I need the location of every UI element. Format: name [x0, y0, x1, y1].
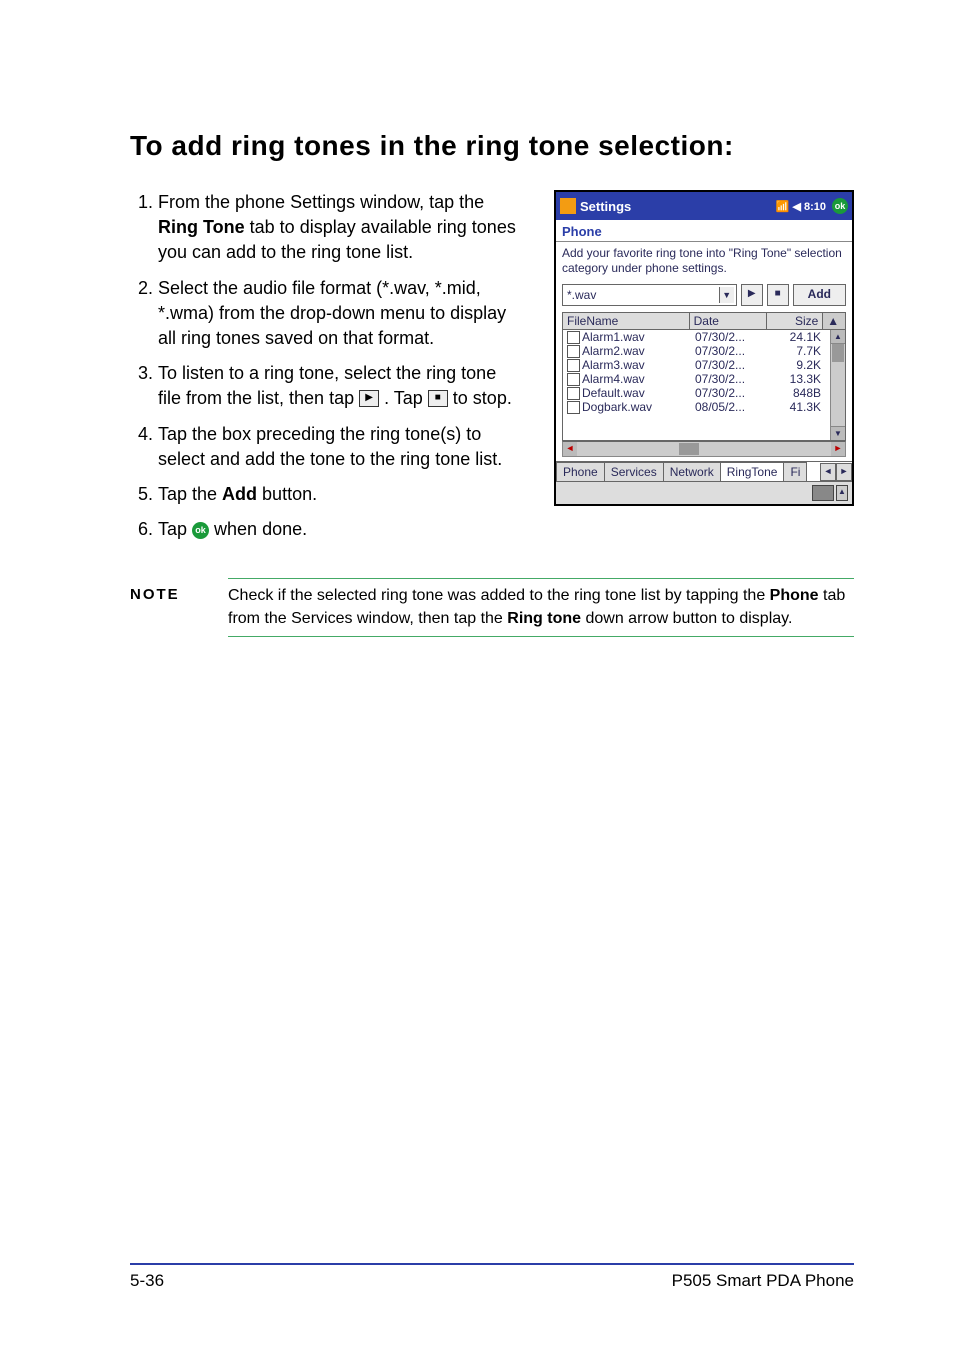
- checkbox[interactable]: [567, 345, 580, 358]
- scroll-up-button[interactable]: ▲: [831, 330, 845, 344]
- scroll-down-button[interactable]: ▼: [831, 426, 845, 440]
- step-5: Tap the Add button.: [158, 482, 524, 507]
- tab-phone[interactable]: Phone: [556, 462, 605, 481]
- table-row[interactable]: Alarm1.wav 07/30/2...24.1K: [563, 330, 845, 344]
- file-date: 07/30/2...: [691, 372, 769, 386]
- table-row[interactable]: Dogbark.wav 08/05/2...41.3K: [563, 400, 845, 414]
- section-label: Phone: [556, 220, 852, 241]
- page-title: To add ring tones in the ring tone selec…: [130, 130, 854, 162]
- table-row[interactable]: Alarm3.wav 07/30/2...9.2K: [563, 358, 845, 372]
- product-name: P505 Smart PDA Phone: [672, 1271, 854, 1291]
- play-button[interactable]: ▶: [741, 284, 763, 306]
- chevron-down-icon[interactable]: ▼: [719, 287, 734, 303]
- stop-icon: ■: [428, 390, 448, 407]
- scroll-right-button[interactable]: ►: [831, 442, 845, 456]
- file-name: Dogbark.wav: [582, 400, 652, 414]
- header-filename[interactable]: FileName: [563, 313, 690, 329]
- scroll-thumb[interactable]: [832, 344, 844, 362]
- table-row[interactable]: Alarm4.wav 07/30/2...13.3K: [563, 372, 845, 386]
- scroll-up-icon[interactable]: ▲: [823, 313, 845, 329]
- horizontal-scrollbar[interactable]: ◄ ►: [562, 441, 846, 457]
- checkbox[interactable]: [567, 387, 580, 400]
- checkbox[interactable]: [567, 373, 580, 386]
- tab-strip: Phone Services Network RingTone Fi ◄ ►: [556, 461, 852, 481]
- format-value: *.wav: [567, 288, 596, 302]
- checkbox[interactable]: [567, 359, 580, 372]
- step-2: Select the audio file format (*.wav, *.m…: [158, 276, 524, 352]
- tab-scroll-left[interactable]: ◄: [820, 463, 836, 481]
- file-date: 07/30/2...: [691, 344, 769, 358]
- add-button[interactable]: Add: [793, 284, 846, 306]
- hscroll-thumb[interactable]: [679, 443, 699, 455]
- note-body: Check if the selected ring tone was adde…: [228, 578, 854, 637]
- tab-services[interactable]: Services: [604, 462, 664, 481]
- page-footer: 5-36 P505 Smart PDA Phone: [130, 1263, 854, 1291]
- header-date[interactable]: Date: [690, 313, 768, 329]
- step-3: To listen to a ring tone, select the rin…: [158, 361, 524, 411]
- screenshot: Settings 📶 ◀ 8:10 ok Phone Add your favo…: [554, 190, 854, 506]
- file-size: 24.1K: [769, 330, 825, 344]
- ok-button[interactable]: ok: [832, 198, 848, 214]
- sip-bar: ▲: [556, 481, 852, 504]
- play-icon: ▶: [359, 390, 379, 407]
- format-dropdown[interactable]: *.wav ▼: [562, 284, 737, 306]
- table-row[interactable]: Alarm2.wav 07/30/2...7.7K: [563, 344, 845, 358]
- window-title: Settings: [580, 199, 631, 214]
- file-date: 07/30/2...: [691, 358, 769, 372]
- tab-network[interactable]: Network: [663, 462, 721, 481]
- note-label: NOTE: [130, 578, 208, 637]
- header-size[interactable]: Size: [767, 313, 823, 329]
- table-header: FileName Date Size ▲: [563, 313, 845, 330]
- tab-scroll-right[interactable]: ►: [836, 463, 852, 481]
- stop-button[interactable]: ■: [767, 284, 789, 306]
- keyboard-icon[interactable]: [812, 485, 834, 501]
- file-name: Alarm2.wav: [582, 344, 645, 358]
- file-name: Alarm1.wav: [582, 330, 645, 344]
- file-name: Default.wav: [582, 386, 645, 400]
- checkbox[interactable]: [567, 331, 580, 344]
- file-date: 08/05/2...: [691, 400, 769, 414]
- step-1: From the phone Settings window, tap the …: [158, 190, 524, 266]
- page-number: 5-36: [130, 1271, 164, 1291]
- ok-icon: ok: [192, 522, 209, 539]
- file-size: 13.3K: [769, 372, 825, 386]
- file-table: FileName Date Size ▲ Alarm1.wav 07/30/2..…: [562, 312, 846, 441]
- file-size: 41.3K: [769, 400, 825, 414]
- scroll-left-button[interactable]: ◄: [563, 442, 577, 456]
- file-name: Alarm3.wav: [582, 358, 645, 372]
- steps-list: From the phone Settings window, tap the …: [130, 190, 524, 542]
- tab-fi[interactable]: Fi: [783, 462, 807, 481]
- file-name: Alarm4.wav: [582, 372, 645, 386]
- file-size: 848B: [769, 386, 825, 400]
- status-icons: 📶 ◀ 8:10: [776, 200, 826, 213]
- file-size: 9.2K: [769, 358, 825, 372]
- sip-arrow-icon[interactable]: ▲: [836, 485, 848, 501]
- step-6: Tap ok when done.: [158, 517, 524, 542]
- description-text: Add your favorite ring tone into "Ring T…: [556, 242, 852, 280]
- start-icon[interactable]: [560, 198, 576, 214]
- table-row[interactable]: Default.wav 07/30/2...848B: [563, 386, 845, 400]
- file-date: 07/30/2...: [691, 330, 769, 344]
- vertical-scrollbar[interactable]: ▲ ▼: [830, 330, 845, 440]
- tab-ringtone[interactable]: RingTone: [720, 462, 785, 481]
- file-size: 7.7K: [769, 344, 825, 358]
- step-4: Tap the box preceding the ring tone(s) t…: [158, 422, 524, 472]
- note-block: NOTE Check if the selected ring tone was…: [130, 578, 854, 637]
- checkbox[interactable]: [567, 401, 580, 414]
- window-titlebar: Settings 📶 ◀ 8:10 ok: [556, 192, 852, 220]
- file-date: 07/30/2...: [691, 386, 769, 400]
